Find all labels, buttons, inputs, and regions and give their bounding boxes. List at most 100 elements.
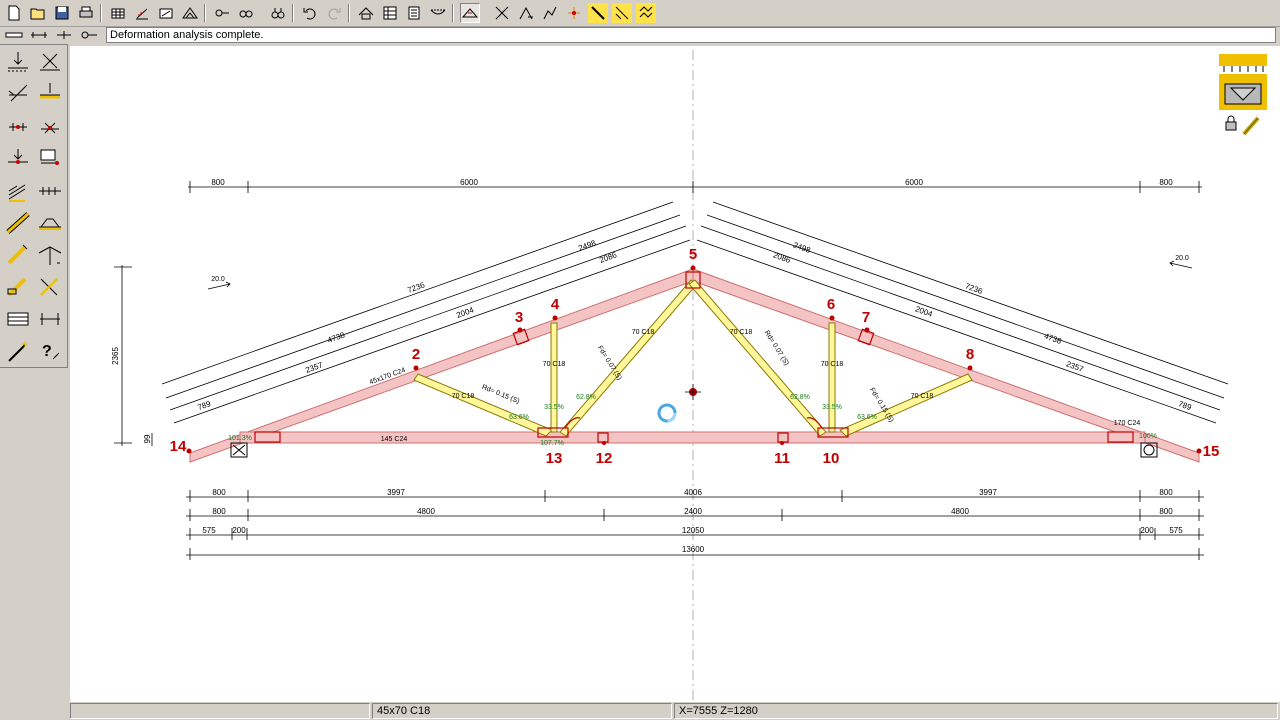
dim-height-small: 99 <box>143 434 152 443</box>
dim-bottom: 4800 <box>417 507 435 516</box>
node-label[interactable]: 8 <box>966 346 974 363</box>
scissor-icon[interactable] <box>35 273 65 301</box>
rafter-dim-left: 4738 <box>326 330 346 345</box>
support-both-icon[interactable] <box>3 113 33 141</box>
node-label[interactable]: 10 <box>823 450 840 467</box>
node-label[interactable]: 15 <box>1203 443 1220 460</box>
force-label: Rd= 0.07 (S) <box>763 329 790 367</box>
report-icon[interactable] <box>404 3 424 23</box>
member-label-bottom-chord: 145 C24 <box>381 436 408 443</box>
angle-icon[interactable] <box>156 3 176 23</box>
status-message: Deformation analysis complete. <box>106 27 1276 43</box>
member-icon[interactable] <box>588 3 608 23</box>
wind-indicator-right: 20.0 <box>1169 255 1193 269</box>
node-label[interactable]: 7 <box>862 309 870 326</box>
member2-icon[interactable] <box>612 3 632 23</box>
grid-icon[interactable] <box>108 3 128 23</box>
undo-icon[interactable] <box>300 3 320 23</box>
node-markers <box>186 265 1202 454</box>
node-label[interactable]: 2 <box>412 346 420 363</box>
pencil-icon[interactable] <box>1242 116 1260 136</box>
tool-palette: ? <box>0 44 68 368</box>
dim-bottom: 3997 <box>387 488 405 497</box>
open-folder-icon[interactable] <box>28 3 48 23</box>
toolbar-separator <box>204 4 206 22</box>
load-icon[interactable] <box>132 3 152 23</box>
dim-bottom: 200 <box>232 526 246 535</box>
nail-plate-icon[interactable] <box>3 273 33 301</box>
dim-bottom: 200 <box>1140 526 1154 535</box>
node-label[interactable]: 12 <box>596 450 613 467</box>
section-icon[interactable] <box>3 305 33 333</box>
support-cross-icon[interactable] <box>35 113 65 141</box>
utilization-label: 63.6% <box>509 414 529 421</box>
print-icon[interactable] <box>76 3 96 23</box>
joint-icon[interactable] <box>53 27 75 42</box>
brace-icon[interactable] <box>3 241 33 269</box>
node-label[interactable]: 4 <box>551 296 560 313</box>
apex-icon[interactable] <box>35 241 65 269</box>
cross-load-icon[interactable] <box>35 48 65 76</box>
truss-design-app: Deformation analysis complete. ? 800 600… <box>0 0 1280 720</box>
deflection-icon[interactable] <box>428 3 448 23</box>
utilization-label: 63.6% <box>857 414 877 421</box>
key-icon[interactable] <box>78 27 100 42</box>
utilization-label: 107.7% <box>540 440 564 447</box>
ruler-icon[interactable] <box>3 27 25 42</box>
dim-bottom: 575 <box>202 526 216 535</box>
dim-bottom: 12050 <box>682 526 705 535</box>
diagonal-member-icon[interactable] <box>3 209 33 237</box>
pattern-icon[interactable] <box>636 3 656 23</box>
status-bar: 45x70 C18 X=7555 Z=1280 <box>0 702 1280 720</box>
scale-icon[interactable] <box>28 27 50 42</box>
roof-icon[interactable] <box>356 3 376 23</box>
window-load-icon[interactable] <box>35 145 65 173</box>
node-label[interactable]: 11 <box>774 450 790 467</box>
member-label-web: 70 C18 <box>632 329 655 336</box>
truss-drawing[interactable]: 800 6000 6000 800 2365 99 2 3 4 5 6 7 8 … <box>70 46 1280 702</box>
star-icon[interactable] <box>564 3 584 23</box>
node-label[interactable]: 5 <box>689 246 697 263</box>
line-icon[interactable] <box>540 3 560 23</box>
new-file-icon[interactable] <box>4 3 24 23</box>
utilization-label: 101.3% <box>228 435 252 442</box>
member-edit-icon[interactable] <box>35 177 65 205</box>
save-icon[interactable] <box>52 3 72 23</box>
bottom-chord[interactable] <box>239 431 1146 444</box>
member-label-chord-right: 170 C24 <box>1114 420 1141 427</box>
toolbar-separator <box>348 4 350 22</box>
lock-icon[interactable] <box>1225 115 1237 131</box>
rafter-dim-right: 2004 <box>914 304 934 319</box>
node-label[interactable]: 14 <box>170 438 187 455</box>
drawing-canvas[interactable]: 800 6000 6000 800 2365 99 2 3 4 5 6 7 8 … <box>70 46 1280 702</box>
utilization-label: 62.8% <box>576 394 596 401</box>
dim-bottom: 575 <box>1169 526 1183 535</box>
angled-load-icon[interactable] <box>3 79 33 107</box>
dim-bottom: 800 <box>212 488 226 497</box>
line-load-icon[interactable] <box>35 79 65 107</box>
truss-member-icon[interactable] <box>35 209 65 237</box>
truss-icon[interactable] <box>180 3 200 23</box>
node-label[interactable]: 3 <box>515 309 523 326</box>
view-indicator-icon[interactable] <box>1219 54 1267 110</box>
multi-load-icon[interactable] <box>3 177 33 205</box>
node-load-icon[interactable] <box>3 145 33 173</box>
redo-icon[interactable] <box>324 3 344 23</box>
connector-icon[interactable] <box>212 3 232 23</box>
view-icon[interactable] <box>236 3 256 23</box>
binoculars-icon[interactable] <box>268 3 288 23</box>
axes-icon[interactable] <box>492 3 512 23</box>
help-icon[interactable]: ? <box>35 337 65 365</box>
supports <box>230 442 1158 458</box>
table-icon[interactable] <box>380 3 400 23</box>
toolbar-separator <box>452 4 454 22</box>
node-label[interactable]: 13 <box>546 450 563 467</box>
truss-view-icon[interactable] <box>460 3 480 23</box>
point-load-icon[interactable] <box>3 48 33 76</box>
utilization-label: 33.5% <box>822 404 842 411</box>
node-label[interactable]: 6 <box>827 296 835 313</box>
slope-icon[interactable] <box>516 3 536 23</box>
magic-wand-icon[interactable] <box>3 337 33 365</box>
dimension-icon[interactable] <box>35 305 65 333</box>
member-label-web: 70 C18 <box>452 393 475 400</box>
